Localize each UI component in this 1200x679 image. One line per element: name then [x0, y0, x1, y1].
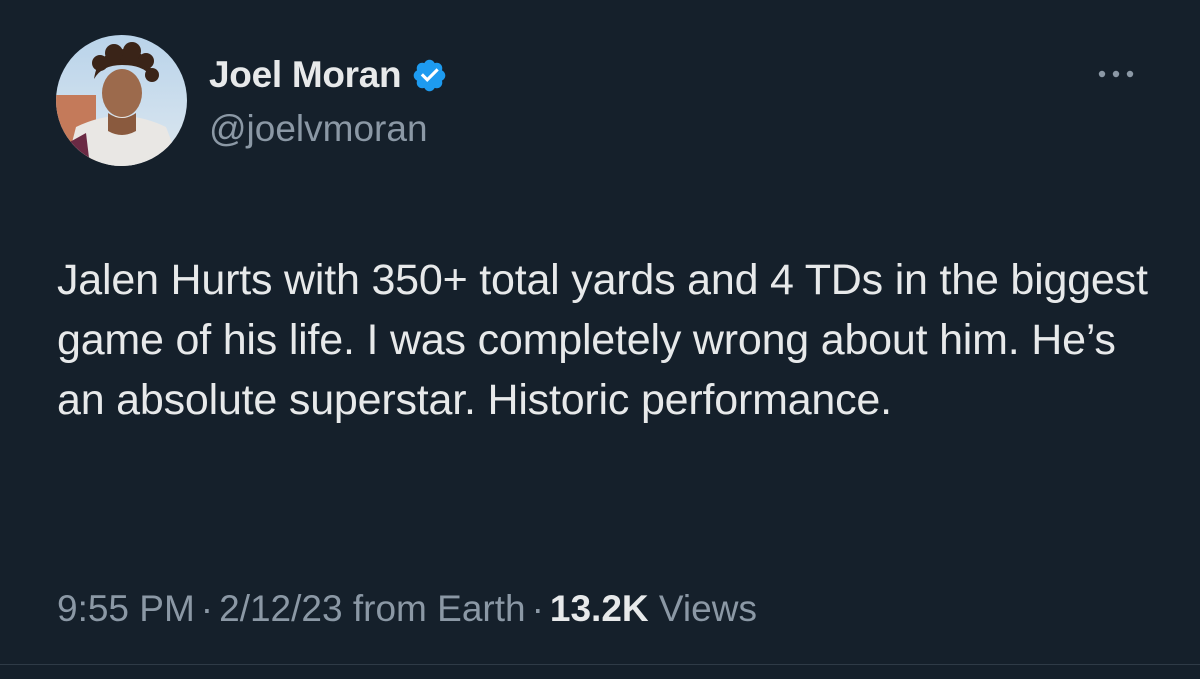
tweet-text: Jalen Hurts with 350+ total yards and 4 … — [57, 256, 1148, 424]
tweet-meta: 9:55 PM · 2/12/23 from Earth · 13.2K Views — [57, 588, 757, 630]
meta-separator: · — [200, 588, 214, 629]
handle[interactable]: @joelvmoran — [209, 108, 448, 150]
views-label[interactable]: Views — [659, 588, 757, 629]
more-options-icon[interactable] — [1094, 64, 1142, 84]
tweet-source: from Earth — [352, 588, 526, 629]
author-info: Joel Moran @joelvmoran — [209, 52, 448, 150]
meta-separator: · — [531, 588, 544, 629]
avatar[interactable] — [56, 35, 187, 166]
divider — [0, 664, 1200, 665]
tweet: Joel Moran @joelvmoran Jalen Hurts with … — [0, 0, 1200, 679]
name-row: Joel Moran — [209, 52, 448, 98]
verified-badge-icon[interactable] — [411, 57, 448, 94]
views-count[interactable]: 13.2K — [550, 588, 649, 629]
display-name[interactable]: Joel Moran — [209, 54, 402, 96]
tweet-date[interactable]: 2/12/23 — [219, 588, 342, 629]
tweet-time[interactable]: 9:55 PM — [57, 588, 195, 629]
